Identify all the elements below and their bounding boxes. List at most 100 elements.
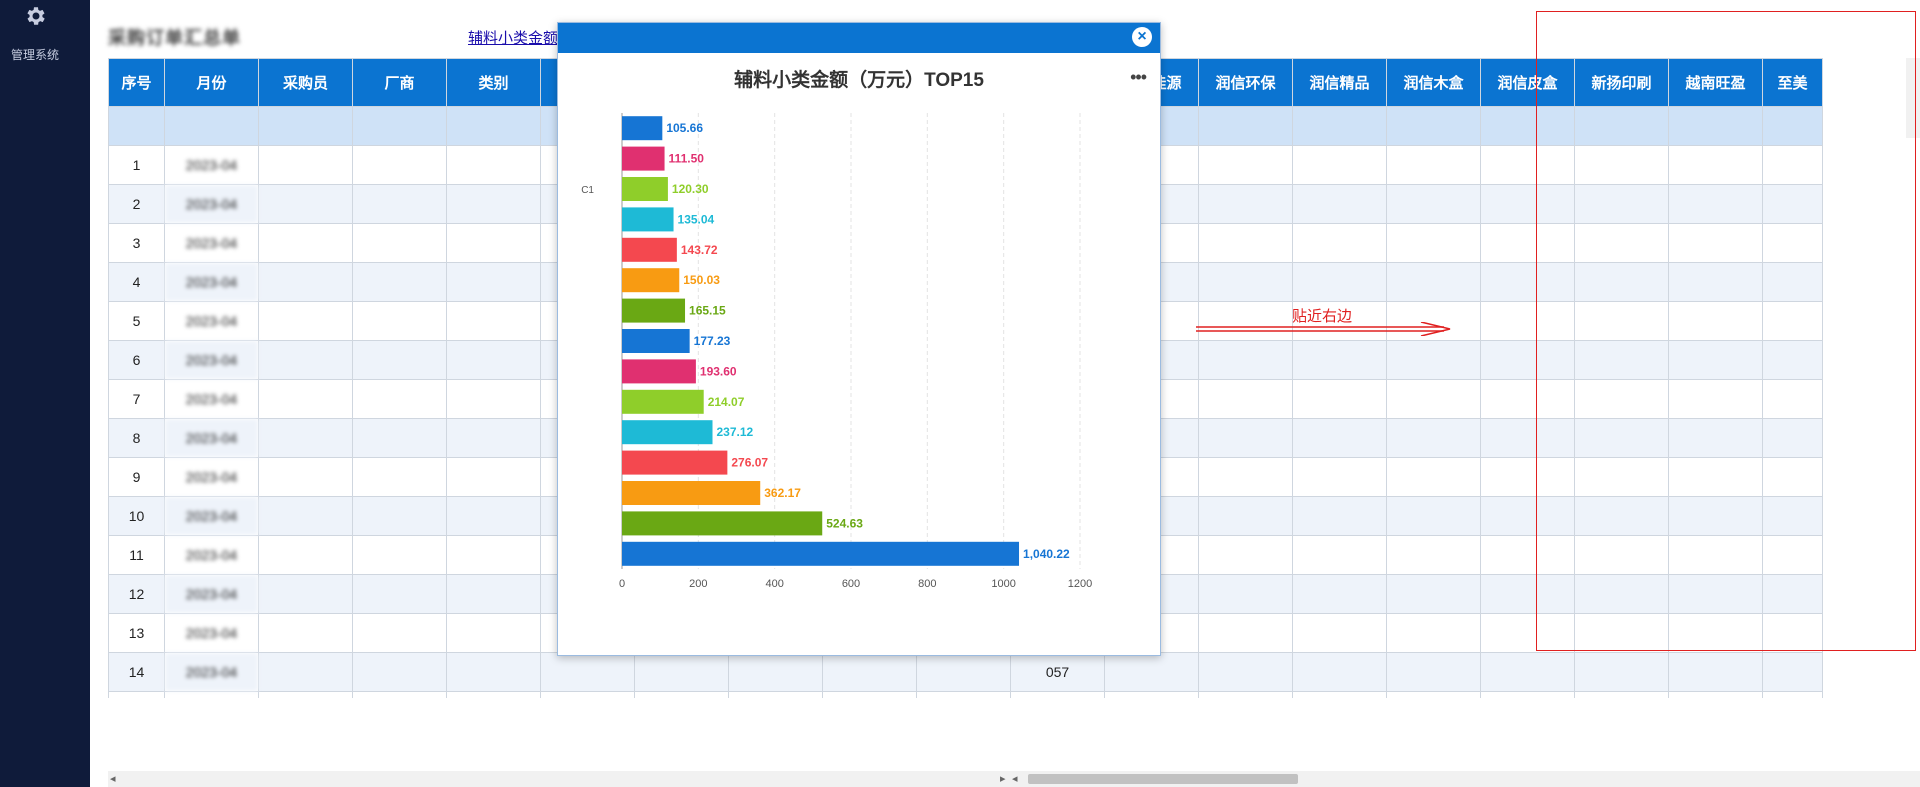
- table-cell: [916, 652, 1011, 692]
- chart-bar[interactable]: [622, 268, 680, 293]
- chart-bar[interactable]: [622, 237, 677, 262]
- summary-cell: [108, 106, 165, 146]
- summary-cell: [1198, 106, 1293, 146]
- table-cell: [352, 652, 447, 692]
- chart-modal: × 辅料小类金额（万元）TOP15 ••• 0 200 400 600 800 1000 1…: [557, 22, 1161, 656]
- table-cell: [352, 613, 447, 653]
- chart-bar[interactable]: [622, 481, 761, 505]
- table-cell: [446, 418, 541, 458]
- horizontal-scrollbar[interactable]: ◂ ▸ ◂: [108, 771, 1920, 787]
- chart-bar[interactable]: [622, 207, 674, 232]
- scroll-left-icon-2[interactable]: ◂: [1012, 772, 1018, 785]
- chart-bar[interactable]: [622, 146, 665, 171]
- table-cell: [1386, 574, 1481, 614]
- table-cell: [1198, 691, 1293, 698]
- table-cell: [352, 457, 447, 497]
- table-cell: [352, 418, 447, 458]
- column-header[interactable]: 类别: [446, 58, 541, 107]
- more-icon[interactable]: •••: [1130, 67, 1147, 88]
- column-header[interactable]: 润信环保: [1198, 58, 1293, 107]
- table-cell: [258, 691, 353, 698]
- table-cell: 6: [108, 340, 165, 380]
- column-header[interactable]: 月份: [164, 58, 259, 107]
- table-cell: [1668, 652, 1763, 692]
- table-row[interactable]: 14 2023-04 057: [108, 652, 1823, 692]
- table-cell: [446, 613, 541, 653]
- table-cell: [1104, 691, 1199, 698]
- bar-value-label: 111.50: [669, 152, 705, 166]
- scroll-left-icon[interactable]: ◂: [110, 772, 116, 785]
- table-cell: [1386, 613, 1481, 653]
- chart-bar[interactable]: [622, 116, 663, 141]
- chart-bar[interactable]: [622, 511, 823, 536]
- table-cell: [1198, 340, 1293, 380]
- table-cell: [258, 340, 353, 380]
- table-cell: 2023-04: [164, 496, 259, 536]
- column-header[interactable]: 润信木盒: [1386, 58, 1481, 107]
- table-cell: [1480, 652, 1575, 692]
- x-tick-label: 200: [689, 578, 707, 590]
- chart-bar[interactable]: [622, 541, 1020, 566]
- table-cell: 8: [108, 418, 165, 458]
- bar-value-label: 193.60: [700, 364, 737, 378]
- table-cell: 15: [108, 691, 165, 698]
- table-row[interactable]: 152023-04 000.032: [108, 691, 1823, 698]
- table-cell: [352, 184, 447, 224]
- bar-value-label: 1,040.22: [1023, 547, 1070, 561]
- chart-bar[interactable]: [622, 450, 728, 475]
- table-cell: [634, 691, 729, 698]
- table-cell: [352, 379, 447, 419]
- column-header[interactable]: 采购员: [258, 58, 353, 107]
- table-cell: [446, 535, 541, 575]
- chart-bar[interactable]: [622, 298, 686, 323]
- column-header[interactable]: 序号: [108, 58, 165, 107]
- table-cell: [1386, 418, 1481, 458]
- table-cell: [1198, 457, 1293, 497]
- table-cell: [1762, 652, 1823, 692]
- chart-bar[interactable]: [622, 420, 713, 445]
- sidebar-system-label[interactable]: 管理系统: [0, 46, 70, 63]
- bar-value-label: 105.66: [666, 121, 703, 135]
- table-cell: [1292, 691, 1387, 698]
- summary-cell: [446, 106, 541, 146]
- table-cell: [352, 574, 447, 614]
- bar-value-label: 120.30: [672, 182, 709, 196]
- chart-bar[interactable]: [622, 389, 704, 414]
- scroll-right-icon[interactable]: ▸: [1000, 772, 1006, 785]
- bar-value-label: 143.72: [681, 243, 718, 257]
- table-cell: [540, 652, 635, 692]
- table-cell: [1292, 379, 1387, 419]
- table-cell: 2023-04: [164, 652, 259, 692]
- chart-bar[interactable]: [622, 177, 668, 201]
- table-cell: 2023-04: [164, 457, 259, 497]
- table-cell: [258, 379, 353, 419]
- table-cell: 2023-04: [164, 379, 259, 419]
- table-cell: [1292, 184, 1387, 224]
- table-cell: [352, 496, 447, 536]
- x-tick-label: 800: [918, 578, 936, 590]
- table-cell: [916, 691, 1011, 698]
- table-cell: [1480, 691, 1575, 698]
- chart-bar[interactable]: [622, 329, 690, 353]
- table-cell: 2023-04: [164, 535, 259, 575]
- table-cell: [1198, 535, 1293, 575]
- chart-bar[interactable]: [622, 359, 696, 384]
- table-cell: [1198, 223, 1293, 263]
- gear-icon[interactable]: [23, 4, 47, 28]
- table-cell: 000.032: [1010, 691, 1105, 698]
- column-header[interactable]: 润信精品: [1292, 58, 1387, 107]
- chart-link[interactable]: 辅料小类金额: [468, 27, 558, 48]
- table-cell: [1762, 691, 1823, 698]
- table-cell: [446, 301, 541, 341]
- bar-value-label: 165.15: [689, 304, 726, 318]
- scrollbar-thumb[interactable]: [1028, 774, 1298, 784]
- close-icon[interactable]: ×: [1132, 27, 1152, 47]
- table-cell: [1292, 574, 1387, 614]
- table-cell: [1292, 145, 1387, 185]
- table-cell: 1: [108, 145, 165, 185]
- table-cell: [1198, 262, 1293, 302]
- annotation-arrow-icon: [1196, 322, 1451, 336]
- table-cell: [1198, 613, 1293, 653]
- table-cell: 2023-04: [164, 262, 259, 302]
- column-header[interactable]: 厂商: [352, 58, 447, 107]
